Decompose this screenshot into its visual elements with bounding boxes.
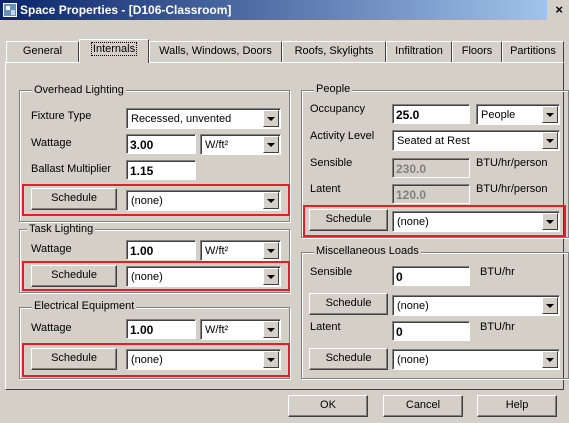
task-wattage-label: Wattage (31, 243, 72, 255)
tab-internals[interactable]: Internals (79, 39, 149, 63)
chevron-down-icon[interactable] (263, 242, 279, 259)
ok-button[interactable]: OK (288, 395, 368, 417)
people-sensible-input[interactable]: 230.0 (392, 158, 470, 178)
misc-sensible-input[interactable]: 0 (392, 266, 470, 286)
equipment-wattage-label: Wattage (31, 322, 72, 334)
miscellaneous-loads-title: Miscellaneous Loads (314, 245, 421, 257)
people-schedule-highlight (303, 205, 566, 237)
misc-latent-unit: BTU/hr (480, 321, 515, 333)
cancel-button[interactable]: Cancel (383, 395, 463, 417)
chevron-down-icon[interactable] (542, 351, 558, 368)
misc-latent-schedule-button[interactable]: Schedule (309, 348, 388, 370)
title-bar[interactable]: Space Properties - [D106-Classroom] × (0, 0, 569, 20)
task-lighting-title: Task Lighting (27, 223, 96, 235)
equipment-schedule-highlight (22, 343, 290, 377)
fixture-type-select[interactable]: Recessed, unvented (126, 108, 281, 129)
tab-walls-windows-doors[interactable]: Walls, Windows, Doors (149, 41, 282, 62)
task-wattage-input[interactable]: 1.00 (126, 240, 196, 260)
misc-latent-schedule-select[interactable]: (none) (392, 349, 560, 370)
chevron-down-icon[interactable] (542, 297, 558, 314)
overhead-wattage-input[interactable]: 3.00 (126, 134, 196, 154)
chevron-down-icon[interactable] (542, 132, 558, 149)
misc-sensible-schedule-value: (none) (397, 300, 429, 312)
space-properties-dialog: Space Properties - [D106-Classroom] × Ge… (0, 0, 569, 423)
activity-level-select[interactable]: Seated at Rest (392, 130, 560, 151)
occupancy-unit-select[interactable]: People (476, 104, 560, 125)
people-latent-label: Latent (310, 183, 341, 195)
misc-sensible-schedule-select[interactable]: (none) (392, 295, 560, 316)
overhead-lighting-title: Overhead Lighting (32, 84, 126, 96)
overhead-schedule-highlight (22, 184, 290, 216)
misc-latent-input[interactable]: 0 (392, 321, 470, 341)
task-schedule-highlight (22, 261, 290, 291)
ballast-multiplier-input[interactable]: 1.15 (126, 160, 196, 180)
tab-roofs-skylights[interactable]: Roofs, Skylights (282, 41, 386, 62)
help-button[interactable]: Help (477, 395, 557, 417)
misc-sensible-unit: BTU/hr (480, 266, 515, 278)
chevron-down-icon[interactable] (263, 321, 279, 338)
task-wattage-unit-select[interactable]: W/ft² (200, 240, 281, 261)
chevron-down-icon[interactable] (263, 136, 279, 153)
misc-sensible-label: Sensible (310, 266, 353, 278)
overhead-wattage-unit-select[interactable]: W/ft² (200, 134, 281, 155)
chevron-down-icon[interactable] (263, 110, 279, 127)
occupancy-label: Occupancy (310, 103, 366, 115)
overhead-wattage-unit: W/ft² (205, 139, 229, 151)
tab-infiltration[interactable]: Infiltration (386, 41, 452, 62)
activity-level-value: Seated at Rest (397, 135, 470, 147)
misc-sensible-schedule-button[interactable]: Schedule (309, 293, 388, 315)
chevron-down-icon[interactable] (542, 106, 558, 123)
tab-general[interactable]: General (6, 41, 79, 62)
misc-latent-schedule-value: (none) (397, 354, 429, 366)
equipment-wattage-unit-select[interactable]: W/ft² (200, 319, 281, 340)
occupancy-input[interactable]: 25.0 (392, 104, 470, 124)
app-icon (3, 3, 17, 17)
close-button[interactable]: × (547, 0, 569, 20)
close-icon: × (555, 2, 563, 17)
misc-latent-label: Latent (310, 321, 341, 333)
people-title: People (314, 83, 353, 95)
equipment-wattage-unit: W/ft² (205, 324, 229, 336)
equipment-wattage-input[interactable]: 1.00 (126, 319, 196, 339)
people-latent-input[interactable]: 120.0 (392, 184, 470, 204)
people-latent-unit: BTU/hr/person (476, 183, 548, 195)
fixture-type-label: Fixture Type (31, 110, 92, 122)
occupancy-unit: People (481, 109, 516, 121)
ballast-multiplier-label: Ballast Multiplier (31, 163, 112, 175)
overhead-wattage-label: Wattage (31, 137, 72, 149)
activity-level-label: Activity Level (310, 130, 375, 142)
fixture-type-value: Recessed, unvented (131, 113, 232, 125)
task-wattage-unit: W/ft² (205, 245, 229, 257)
tab-floors[interactable]: Floors (452, 41, 502, 62)
window-title: Space Properties - [D106-Classroom] (20, 3, 232, 17)
electrical-equipment-title: Electrical Equipment (32, 300, 137, 312)
people-sensible-label: Sensible (310, 157, 353, 169)
people-sensible-unit: BTU/hr/person (476, 157, 548, 169)
tab-partitions[interactable]: Partitions (502, 41, 564, 62)
